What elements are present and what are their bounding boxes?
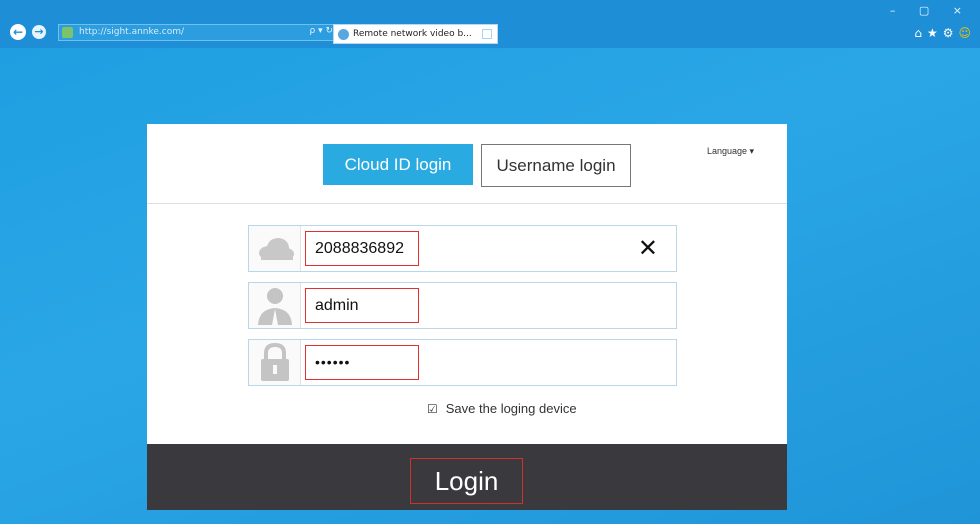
settings-icon[interactable]: ⚙ bbox=[943, 26, 959, 40]
ie-icon bbox=[338, 29, 349, 40]
feedback-icon[interactable]: ☺ bbox=[958, 26, 976, 40]
address-url[interactable]: http://sight.annke.com/ bbox=[79, 27, 184, 37]
divider bbox=[147, 203, 787, 204]
remember-label: Save the loging device bbox=[445, 401, 577, 416]
page-icon bbox=[62, 27, 73, 38]
checkbox-icon[interactable]: ☑ bbox=[427, 402, 438, 416]
login-panel: Cloud ID login Username login Language ▾… bbox=[147, 124, 787, 510]
search-refresh-icons[interactable]: ρ ▾ ↻ bbox=[310, 26, 334, 36]
login-bar: Login bbox=[147, 444, 787, 510]
clear-icon[interactable]: ✕ bbox=[638, 234, 658, 262]
login-tabs: Cloud ID login Username login Language ▾ bbox=[147, 124, 787, 203]
address-bar[interactable]: http://sight.annke.com/ ρ ▾ ↻ bbox=[58, 24, 338, 41]
login-button[interactable]: Login bbox=[410, 458, 523, 504]
user-icon bbox=[249, 283, 301, 328]
tab-title: Remote network video b... bbox=[353, 29, 472, 39]
forward-button[interactable]: → bbox=[32, 25, 46, 39]
password-field[interactable]: •••••• bbox=[248, 339, 677, 386]
tab-cloud-id-login[interactable]: Cloud ID login bbox=[323, 144, 473, 185]
username-input[interactable]: admin bbox=[305, 288, 419, 323]
language-dropdown[interactable]: Language ▾ bbox=[707, 146, 754, 157]
cloud-id-input[interactable]: 2088836892 bbox=[305, 231, 419, 266]
tab-username-login[interactable]: Username login bbox=[481, 144, 631, 187]
favorites-icon[interactable]: ★ bbox=[927, 26, 943, 40]
cloud-id-field[interactable]: 2088836892 ✕ bbox=[248, 225, 677, 272]
lock-icon bbox=[249, 340, 301, 385]
back-button[interactable]: ← bbox=[10, 24, 26, 40]
browser-toolbar: ⌂★⚙☺ bbox=[914, 26, 976, 40]
username-field[interactable]: admin bbox=[248, 282, 677, 329]
window-controls[interactable]: – ▢ × bbox=[890, 4, 972, 17]
browser-chrome: ← → http://sight.annke.com/ ρ ▾ ↻ Remote… bbox=[0, 0, 980, 48]
forward-arrow-icon: → bbox=[34, 25, 44, 38]
browser-tab[interactable]: Remote network video b... × bbox=[333, 24, 498, 44]
new-tab-button[interactable] bbox=[482, 29, 492, 39]
home-icon[interactable]: ⌂ bbox=[914, 26, 927, 40]
password-input[interactable]: •••••• bbox=[305, 345, 419, 380]
back-arrow-icon: ← bbox=[12, 25, 24, 39]
cloud-icon bbox=[249, 226, 301, 271]
remember-device[interactable]: ☑ Save the loging device bbox=[427, 401, 577, 416]
